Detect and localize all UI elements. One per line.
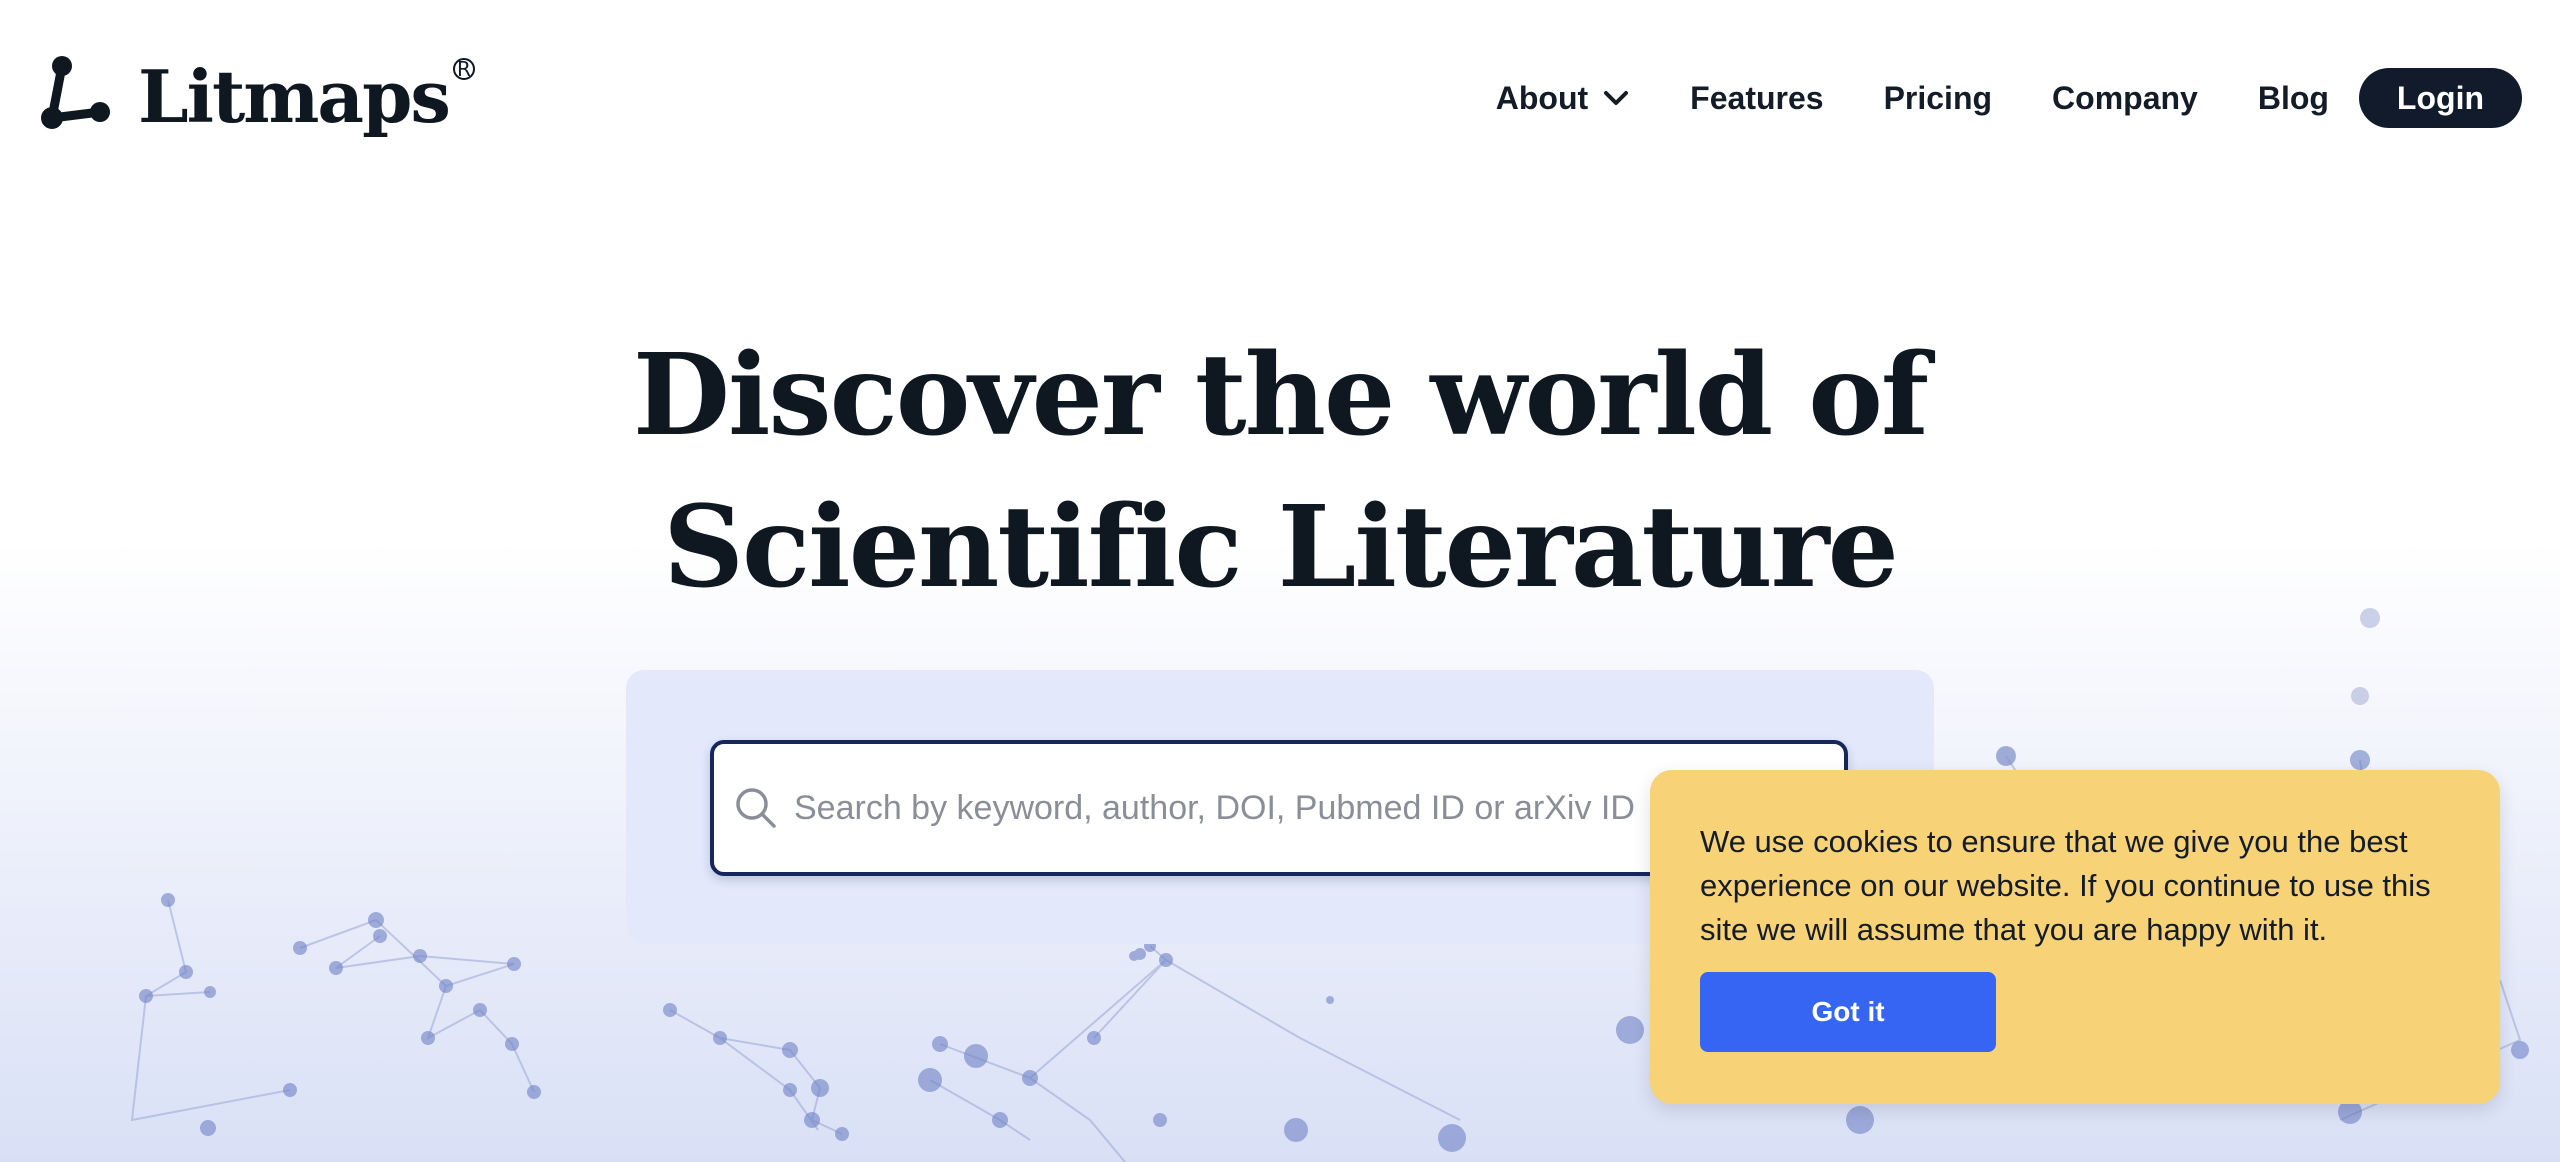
accept-cookies-button[interactable]: Got it: [1700, 972, 1996, 1052]
chevron-down-icon: [1604, 91, 1629, 105]
nav-item-label: Pricing: [1883, 79, 1993, 116]
nav-item-label: Blog: [2257, 79, 2329, 116]
nav-item-blog[interactable]: Blog: [2258, 80, 2329, 117]
brand-logo[interactable]: Litmaps R: [38, 52, 475, 142]
litmaps-network-icon: [41, 56, 110, 129]
main-nav: About Features Pricing Company Blog Logi…: [1496, 68, 2522, 128]
search-input[interactable]: [794, 788, 1794, 828]
hero-title-line-2: Scientific Literature: [663, 482, 1899, 613]
hero-title-line-1: Discover the world of: [632, 330, 1929, 461]
site-header: Litmaps R About Features Pricing Company…: [0, 0, 2560, 200]
search-icon: [736, 788, 776, 828]
nav-item-label: About: [1495, 79, 1589, 116]
nav-item-company[interactable]: Company: [2052, 80, 2198, 117]
nav-item-label: Company: [2052, 79, 2198, 116]
cookie-banner: We use cookies to ensure that we give yo…: [1650, 770, 2500, 1104]
nav-item-pricing[interactable]: Pricing: [1884, 80, 1992, 117]
nav-item-features[interactable]: Features: [1690, 80, 1823, 117]
nav-item-about[interactable]: About: [1496, 80, 1630, 117]
registered-mark: R: [452, 58, 475, 80]
nav-item-label: Features: [1690, 79, 1824, 116]
login-button[interactable]: Login: [2358, 68, 2522, 128]
cookie-message: We use cookies to ensure that we give yo…: [1700, 824, 2431, 947]
brand-name: Litmaps: [138, 54, 451, 139]
hero-title: Discover the world of Scientific Literat…: [0, 320, 2560, 624]
